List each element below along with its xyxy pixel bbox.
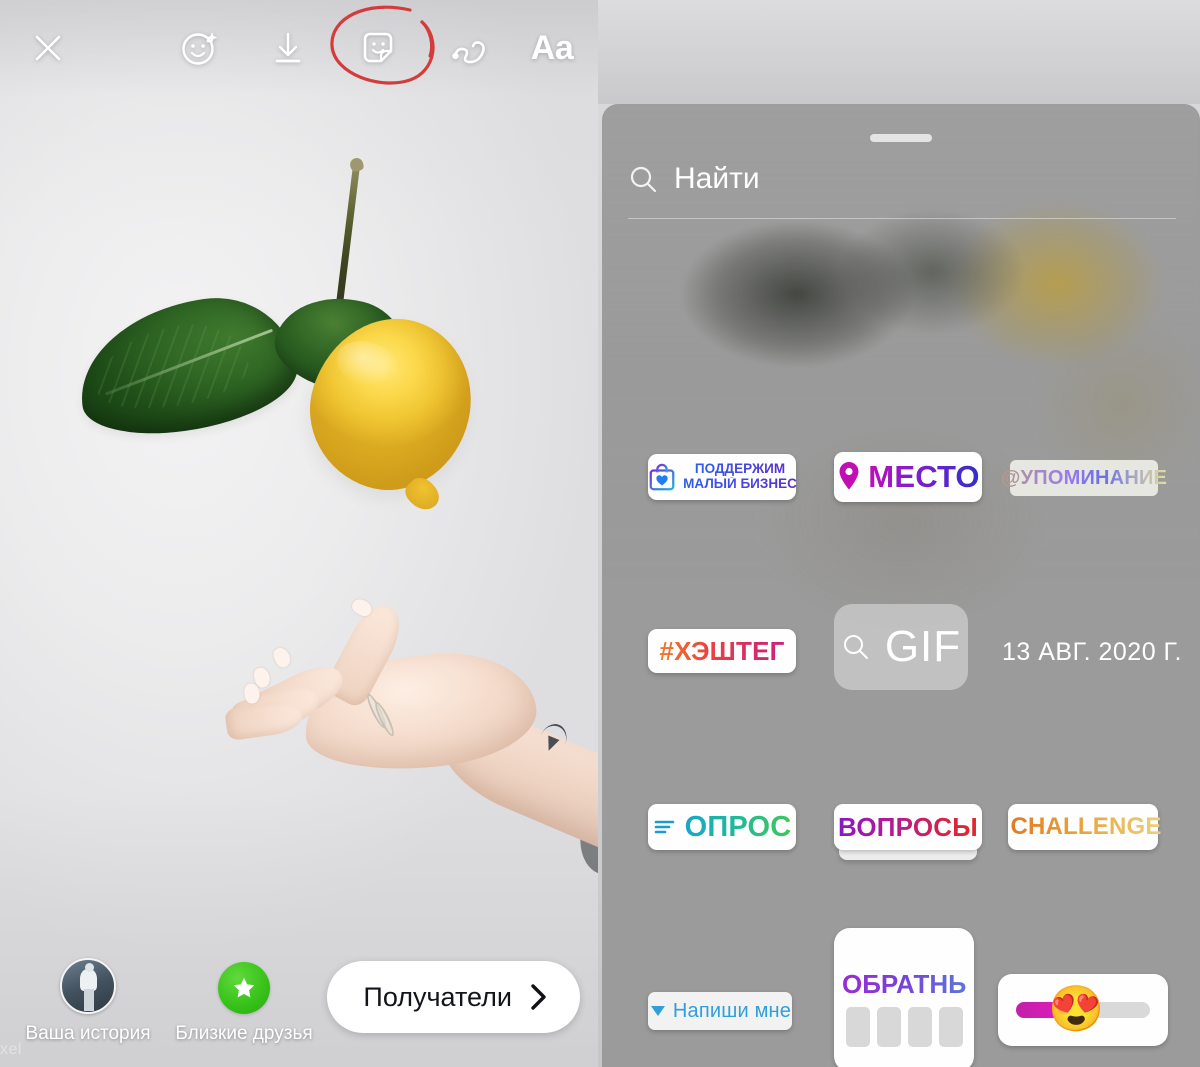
destination-your-story[interactable]: Ваша история — [18, 958, 158, 1045]
story-preview-panel: Aa Ваша история Близкие друзья Получател… — [0, 0, 598, 1067]
avatar-head — [85, 963, 94, 972]
close-friends-badge — [218, 962, 270, 1014]
slider-emoji-thumb[interactable]: 😍 — [1048, 986, 1104, 1031]
sticker-challenge[interactable]: CHALLENGE — [1008, 804, 1162, 850]
draw-button[interactable] — [438, 18, 498, 78]
sticker-date[interactable]: 13 АВГ. 2020 Г. — [1002, 632, 1184, 672]
close-icon — [35, 35, 61, 61]
save-button[interactable] — [258, 18, 318, 78]
hashtag-label: #ХЭШТЕГ — [659, 635, 785, 666]
location-pin-icon — [839, 462, 859, 490]
sticker-gif[interactable]: GIF — [834, 604, 968, 690]
search-icon — [843, 635, 868, 659]
recipients-label: Получатели — [363, 981, 512, 1012]
poll-label: ОПРОС — [684, 810, 792, 843]
search-placeholder: Найти — [674, 162, 760, 195]
countdown-digit-blocks — [845, 1007, 963, 1047]
countdown-digit — [907, 1007, 932, 1047]
sticker-search-field[interactable]: Найти — [628, 162, 1176, 219]
avatar — [60, 958, 116, 1014]
destination-close-friends[interactable]: Близкие друзья — [168, 962, 320, 1045]
small-business-text: ПОДДЕРЖИМ МАЛЫЙ БИЗНЕС — [683, 462, 797, 491]
face-sparkle-icon — [182, 32, 218, 65]
search-icon — [630, 166, 657, 193]
editor-toolbar: Aa — [0, 0, 598, 96]
small-business-line1: ПОДДЕРЖИМ — [694, 461, 786, 477]
poll-bars-icon — [654, 820, 674, 834]
sticker-location[interactable]: МЕСТО — [834, 452, 982, 502]
date-label: 13 АВГ. 2020 Г. — [1002, 637, 1182, 666]
sticker-tray: Найти ПОДДЕРЖИМ МАЛЫЙ БИЗНЕС МЕСТО @УПОМ… — [602, 104, 1200, 1067]
fingernail — [270, 645, 294, 670]
sticker-countdown[interactable]: ОБРАТНЫЙ ОТСЧЕТ — [834, 928, 1106, 1067]
countdown-digit — [845, 1007, 870, 1047]
squiggle-draw-icon — [452, 41, 485, 64]
countdown-label: ОБРАТНЫЙ ОТСЧЕТ — [842, 969, 1106, 999]
watermark: xel — [0, 1041, 22, 1058]
questions-label: ВОПРОСЫ — [838, 811, 978, 842]
sticker-icon — [363, 32, 393, 63]
sticker-hashtag[interactable]: #ХЭШТЕГ — [648, 629, 796, 673]
tray-drag-handle[interactable] — [870, 134, 932, 142]
sticker-direct-message[interactable]: Напиши мне — [648, 992, 792, 1030]
sticker-tray-panel: Найти ПОДДЕРЖИМ МАЛЫЙ БИЗНЕС МЕСТО @УПОМ… — [598, 0, 1200, 1067]
effects-button[interactable] — [170, 18, 230, 78]
sticker-emoji-slider[interactable]: 😍 — [998, 974, 1168, 1046]
sticker-poll[interactable]: ОПРОС — [648, 804, 796, 850]
gif-label: GIF — [884, 622, 962, 671]
lemon-photo-subject — [60, 160, 493, 511]
your-story-label: Ваша история — [25, 1023, 151, 1044]
countdown-digit — [876, 1007, 901, 1047]
tray-background-blur — [602, 104, 1200, 1067]
paper-plane-icon — [650, 1006, 665, 1016]
star-icon — [233, 977, 255, 998]
download-icon — [275, 32, 301, 63]
emoji-slider-track[interactable]: 😍 — [1016, 986, 1150, 1031]
countdown-digit — [938, 1007, 963, 1047]
sticker-questions[interactable]: ВОПРОСЫ — [834, 804, 982, 860]
sticker-small-business[interactable]: ПОДДЕРЖИМ МАЛЫЙ БИЗНЕС — [648, 454, 797, 500]
sticker-button[interactable] — [348, 18, 408, 78]
text-button[interactable]: Aa — [522, 18, 582, 78]
challenge-label: CHALLENGE — [1010, 813, 1162, 840]
direct-message-label: Напиши мне — [672, 999, 792, 1022]
small-business-line2: МАЛЫЙ БИЗНЕС — [683, 476, 797, 491]
recipients-button[interactable]: Получатели — [327, 961, 580, 1033]
lemon-leaf-large — [70, 287, 304, 445]
stories-editor-screen: Aa Ваша история Близкие друзья Получател… — [0, 0, 1200, 1067]
sticker-mention[interactable]: @УПОМИНАНИЕ — [1001, 460, 1167, 496]
lemon-stem — [336, 162, 361, 305]
location-label: МЕСТО — [868, 459, 980, 494]
hand-photo-subject — [212, 596, 598, 920]
mention-label: @УПОМИНАНИЕ — [1000, 466, 1168, 489]
close-button[interactable] — [18, 18, 78, 78]
close-friends-label: Близкие друзья — [175, 1023, 313, 1044]
chevron-right-icon — [531, 984, 546, 1010]
shopping-bag-heart-icon — [649, 463, 675, 491]
story-photo-behind-tray — [598, 0, 1200, 104]
share-destination-bar: Ваша история Близкие друзья Получатели — [0, 943, 598, 1053]
text-tool-label: Aa — [530, 28, 574, 67]
